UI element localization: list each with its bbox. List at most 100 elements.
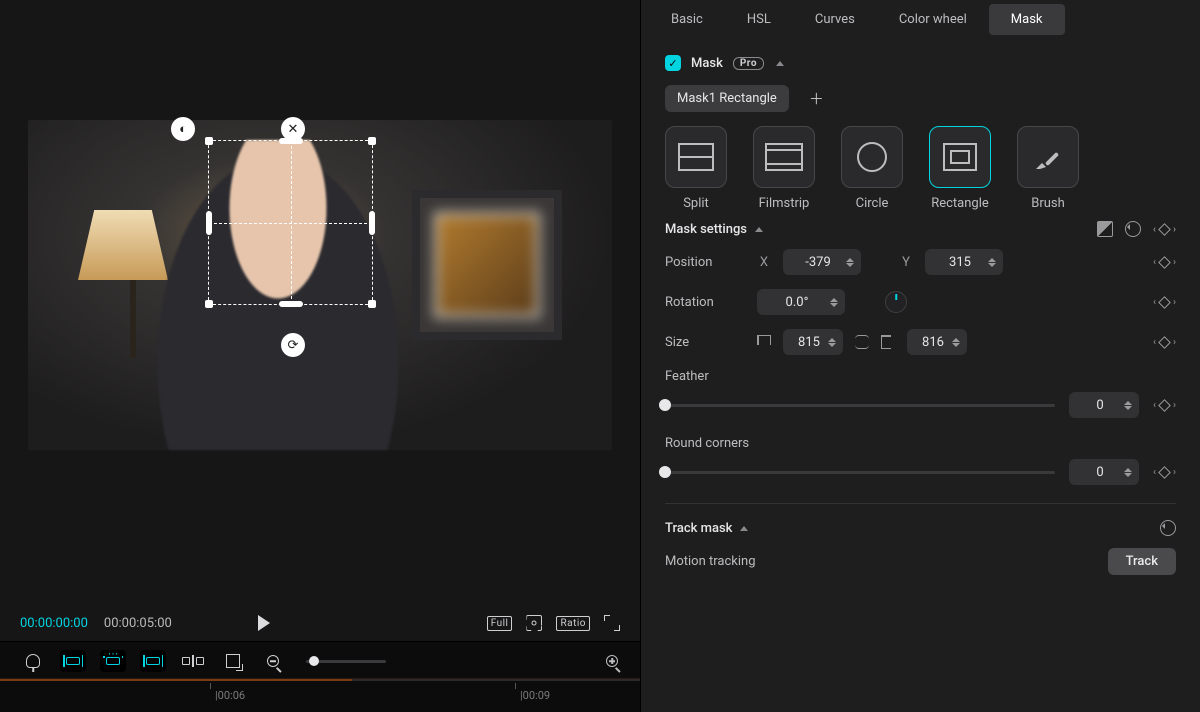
mask-handle-mr[interactable] — [369, 211, 375, 235]
position-x-value: -379 — [793, 255, 843, 270]
tab-hsl[interactable]: HSL — [725, 4, 793, 35]
inspector-tabs: Basic HSL Curves Color wheel Mask — [641, 0, 1200, 39]
shape-brush[interactable]: Brush — [1017, 126, 1079, 211]
play-button[interactable] — [258, 615, 270, 631]
settings-caret-icon — [755, 227, 763, 232]
ratio-button[interactable]: Ratio — [556, 616, 590, 631]
shape-filmstrip[interactable]: Filmstrip — [753, 126, 815, 211]
shape-circle[interactable]: Circle — [841, 126, 903, 211]
size-link-icon[interactable] — [855, 335, 869, 349]
mask-handle-br[interactable] — [368, 300, 376, 308]
crop-tool[interactable] — [220, 650, 246, 672]
shape-split[interactable]: Split — [665, 126, 727, 211]
round-field[interactable]: 0 — [1069, 459, 1139, 485]
zoom-slider[interactable] — [306, 660, 386, 663]
rotation-field[interactable]: 0.0° — [757, 289, 845, 315]
mask-settings-title: Mask settings — [665, 222, 747, 237]
magnet-tool[interactable] — [60, 650, 86, 672]
mask-shape-picker: Split Filmstrip Circle Rectangle Brush — [665, 126, 1176, 211]
mask-enable-checkbox[interactable]: ✓ — [665, 55, 681, 71]
link-tool[interactable]: • • • — [100, 650, 126, 672]
add-mask-button[interactable]: ＋ — [809, 88, 824, 109]
mask-title: Mask — [691, 56, 723, 71]
timecode-current[interactable]: 00:00:00:00 — [20, 616, 88, 631]
tab-mask[interactable]: Mask — [989, 4, 1065, 35]
rotation-keyframe[interactable]: ‹› — [1153, 297, 1176, 308]
record-voiceover-button[interactable] — [20, 650, 46, 672]
mask-bounding-box[interactable]: ◐ ✕ ⟳ — [208, 140, 373, 305]
rotation-row: Rotation 0.0° ‹› — [665, 289, 1176, 315]
preview-wrap: ◐ ✕ ⟳ — [0, 0, 640, 450]
timeline-ruler[interactable]: |00:06 |00:09 — [0, 678, 640, 712]
zoom-out-button[interactable] — [260, 650, 286, 672]
mask-handle-ml[interactable] — [206, 211, 212, 235]
position-y-field[interactable]: 315 — [925, 249, 1003, 275]
height-icon — [881, 335, 895, 349]
zoom-in-button[interactable] — [594, 650, 620, 672]
size-w-value: 815 — [793, 335, 825, 350]
mask-collapse-caret-icon[interactable] — [776, 61, 784, 66]
round-keyframe[interactable]: ‹› — [1153, 467, 1176, 478]
pro-badge: Pro — [733, 57, 764, 70]
size-w-field[interactable]: 815 — [783, 329, 843, 355]
position-label: Position — [665, 255, 745, 270]
tab-curves[interactable]: Curves — [793, 4, 877, 35]
size-h-value: 816 — [917, 335, 949, 350]
auto-snap-tool[interactable] — [140, 650, 166, 672]
size-keyframe[interactable]: ‹› — [1153, 337, 1176, 348]
tab-color-wheel[interactable]: Color wheel — [877, 4, 989, 35]
track-caret-icon — [740, 526, 748, 531]
split-center-tool[interactable] — [180, 650, 206, 672]
settings-keyframe-controls[interactable]: ‹› — [1153, 224, 1176, 235]
timecode-total: 00:00:05:00 — [104, 616, 172, 631]
mask-settings-header[interactable]: Mask settings ‹› — [665, 221, 1176, 237]
width-icon — [757, 335, 771, 349]
mask-invert-button[interactable]: ◐ — [171, 117, 195, 141]
mask-feather-handle[interactable]: ✕ — [281, 117, 305, 141]
mask-panel-body: ✓ Mask Pro Mask1 Rectangle ＋ Split Films… — [641, 39, 1200, 712]
track-mask-header[interactable]: Track mask — [665, 520, 1176, 536]
feather-slider[interactable] — [665, 404, 1055, 407]
reset-settings-icon[interactable] — [1125, 221, 1141, 237]
tab-basic[interactable]: Basic — [649, 4, 725, 35]
position-y-value: 315 — [935, 255, 985, 270]
mask-handle-bl[interactable] — [205, 300, 213, 308]
shape-circle-label: Circle — [856, 196, 889, 211]
transport-bar: 00:00:00:00 00:00:05:00 Full Ratio — [0, 605, 640, 641]
track-reset-icon[interactable] — [1160, 520, 1176, 536]
position-x-field[interactable]: -379 — [783, 249, 861, 275]
feather-row: Feather 0 ‹› — [665, 369, 1176, 418]
size-label: Size — [665, 335, 745, 350]
round-slider[interactable] — [665, 471, 1055, 474]
shape-rectangle-label: Rectangle — [931, 196, 989, 211]
invert-mask-icon[interactable] — [1097, 221, 1113, 237]
mask-handle-tl[interactable] — [205, 137, 213, 145]
mask-enable-row: ✓ Mask Pro — [665, 55, 1176, 71]
shape-filmstrip-label: Filmstrip — [759, 196, 810, 211]
position-row: Position X -379 Y 315 ‹› — [665, 249, 1176, 275]
mask-chip[interactable]: Mask1 Rectangle — [665, 85, 789, 112]
rotation-label: Rotation — [665, 295, 745, 310]
ruler-label-2: |00:09 — [520, 689, 550, 702]
video-preview[interactable]: ◐ ✕ ⟳ — [28, 120, 612, 450]
full-button[interactable]: Full — [487, 616, 513, 631]
rotation-value: 0.0° — [767, 295, 827, 310]
fullscreen-icon[interactable] — [604, 615, 620, 631]
feather-keyframe[interactable]: ‹› — [1153, 400, 1176, 411]
track-button[interactable]: Track — [1108, 548, 1176, 575]
focus-icon[interactable] — [526, 615, 542, 631]
preview-picture-frame-graphic — [412, 190, 562, 340]
timeline-toolstrip: • • • — [0, 641, 640, 678]
size-h-field[interactable]: 816 — [907, 329, 967, 355]
position-keyframe[interactable]: ‹› — [1153, 257, 1176, 268]
shape-rectangle[interactable]: Rectangle — [929, 126, 991, 211]
round-corners-row: Round corners 0 ‹› — [665, 436, 1176, 485]
mask-rotate-handle[interactable]: ⟳ — [281, 333, 305, 357]
feather-label: Feather — [665, 369, 1176, 384]
ruler-label-1: |00:06 — [215, 689, 245, 702]
rotation-dial[interactable] — [885, 291, 907, 313]
feather-field[interactable]: 0 — [1069, 392, 1139, 418]
shape-brush-label: Brush — [1031, 196, 1065, 211]
mask-handle-mb[interactable] — [279, 301, 303, 307]
mask-handle-tr[interactable] — [368, 137, 376, 145]
